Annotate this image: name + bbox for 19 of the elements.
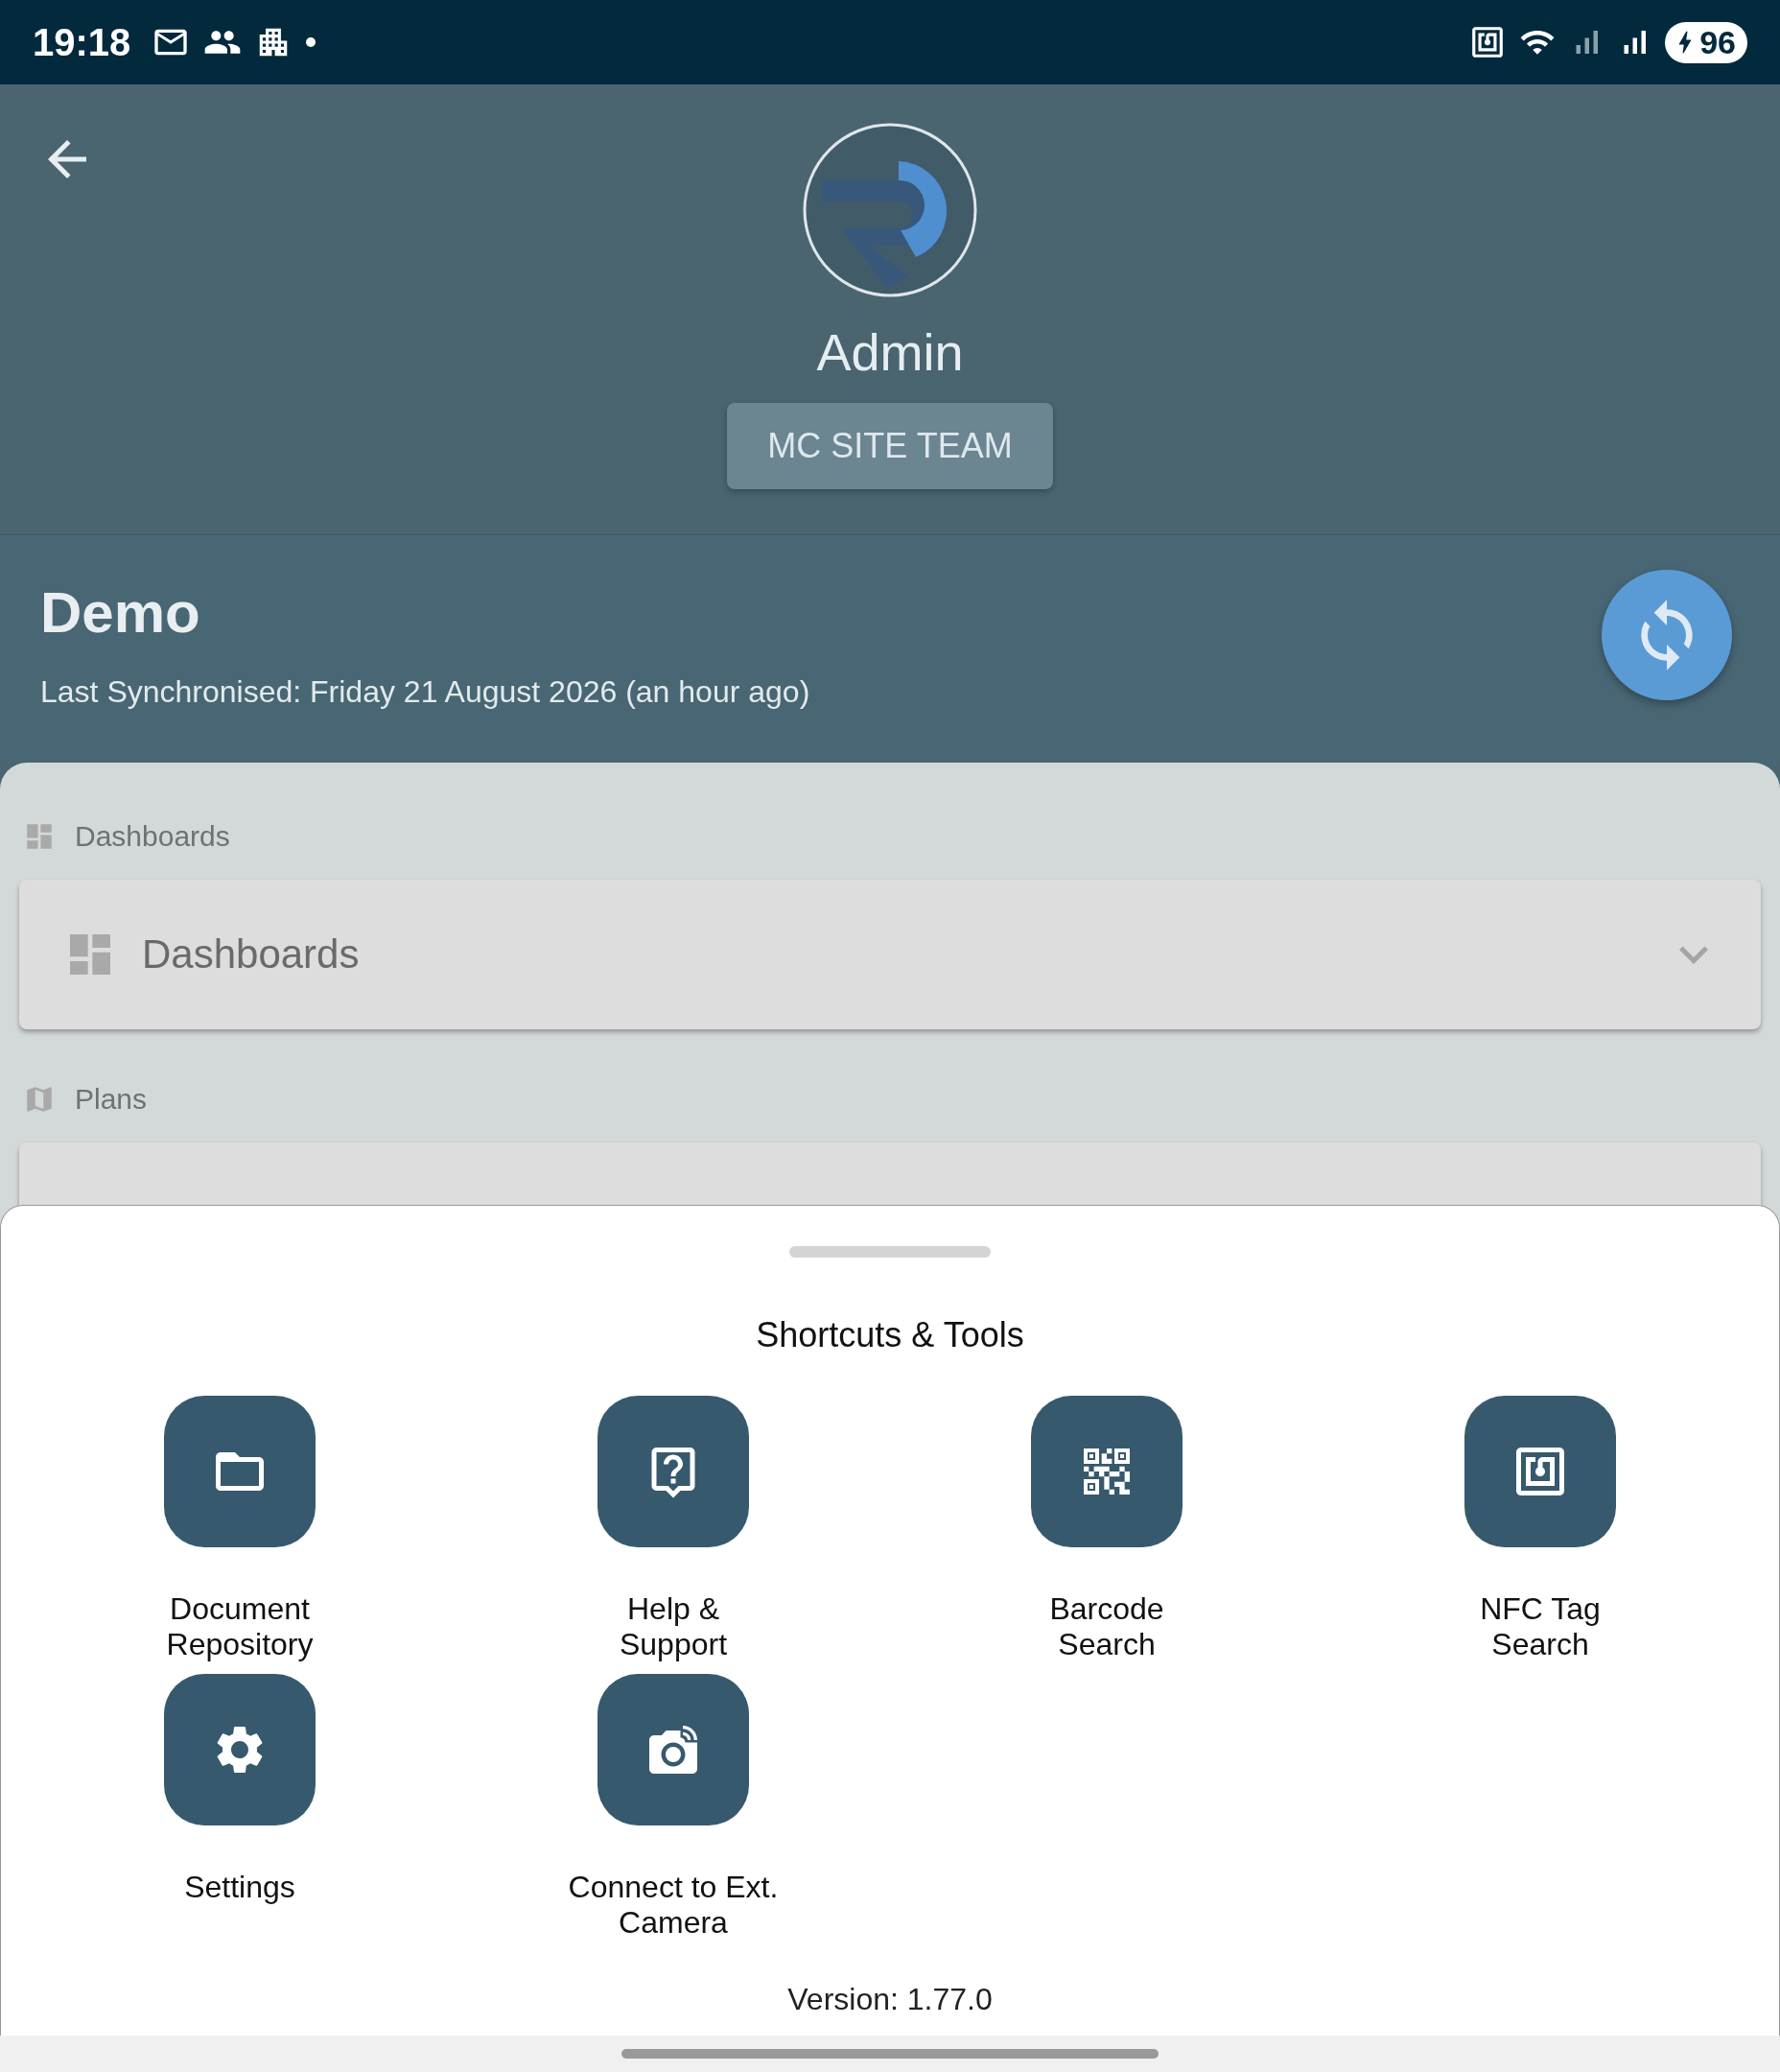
user-name: Admin [816, 322, 964, 382]
tool-button[interactable]: Connect to Ext. Camera [457, 1674, 890, 1952]
tool-button[interactable]: Help & Support [457, 1396, 890, 1674]
tool-button[interactable]: Barcode Search [890, 1396, 1323, 1674]
tool-button[interactable]: Document Repository [23, 1396, 457, 1674]
battery-indicator: 96 [1665, 21, 1747, 63]
dashboards-dropdown[interactable]: Dashboards [19, 880, 1761, 1029]
team-badge: MC SITE TEAM [727, 403, 1053, 489]
section-label: Dashboards [75, 820, 230, 853]
last-sync-text: Last Synchronised: Friday 21 August 2026 (an hour ago) [40, 674, 811, 710]
tool-button[interactable]: Settings [23, 1674, 457, 1952]
status-time: 19:18 [33, 20, 131, 64]
dot-icon [305, 36, 317, 48]
site-name: Demo [40, 579, 201, 646]
drag-handle[interactable] [789, 1246, 991, 1258]
sheet-title: Shortcuts & Tools [756, 1315, 1024, 1355]
version-text: Version: 1.77.0 [787, 1982, 993, 2017]
section-label: Plans [75, 1083, 148, 1116]
tool-button[interactable]: NFC Tag Search [1323, 1396, 1757, 1674]
